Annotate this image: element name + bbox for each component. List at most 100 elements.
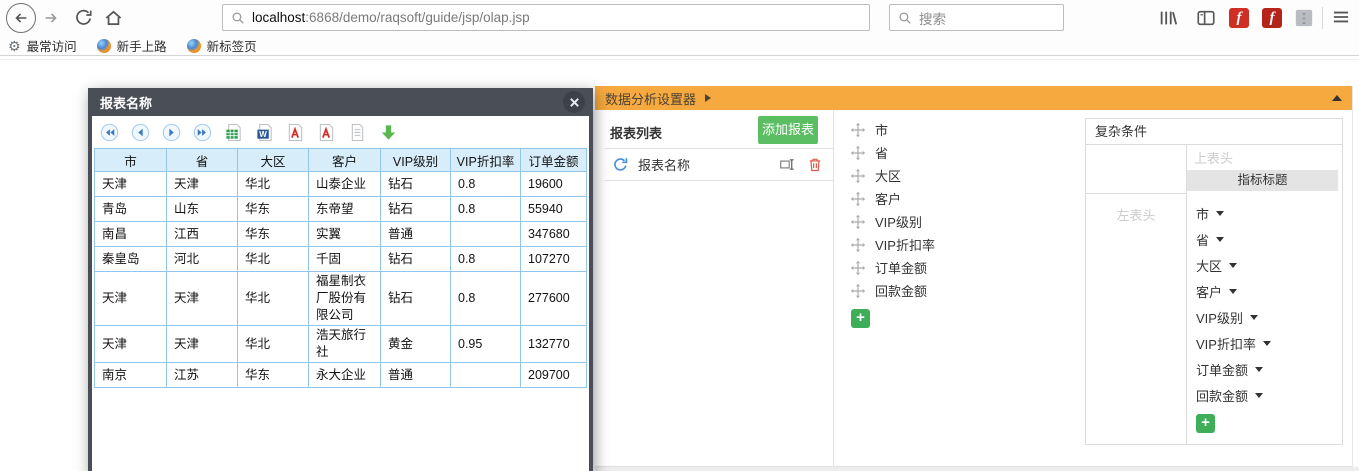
flash-plugin-button[interactable]: f (1229, 8, 1249, 28)
expand-arrow-icon (705, 94, 712, 102)
condition-box: 复杂条件 上表头 指标标题 左表头 市 省 大区 客户 VIP级别 VIP折扣率… (1085, 118, 1343, 445)
export-word-button[interactable]: W (255, 123, 274, 142)
bookmarks-bar: ⚙ 最常访问 新手上路 新标签页 (8, 36, 257, 55)
draggable-field[interactable]: VIP折扣率 (850, 233, 935, 256)
table-cell: 0.8 (450, 246, 521, 272)
bookmark-new-tab[interactable]: 新标签页 (186, 36, 257, 55)
sidebar-button[interactable] (1196, 8, 1216, 28)
panel-bottom-strip (595, 467, 1359, 471)
rename-icon[interactable] (779, 156, 796, 173)
table-cell: 天津 (166, 325, 238, 363)
dialog-titlebar[interactable]: 报表名称 (92, 88, 589, 116)
chevron-down-icon (1216, 210, 1225, 216)
table-cell: 浩天旅行社 (308, 325, 381, 363)
menu-button[interactable] (1332, 9, 1352, 29)
table-cell: 华东 (237, 196, 309, 222)
last-page-button[interactable] (193, 123, 212, 142)
browser-search-input[interactable]: 搜索 (889, 4, 1064, 31)
table-cell: 天津 (94, 171, 167, 197)
prev-page-button[interactable] (131, 123, 150, 142)
addon-button[interactable] (1294, 8, 1314, 28)
table-cell: 江西 (166, 221, 238, 247)
paper-button[interactable] (348, 123, 367, 142)
gear-icon: ⚙ (8, 37, 21, 54)
forward-button[interactable] (42, 9, 60, 32)
draggable-field[interactable]: 市 (850, 118, 935, 141)
condition-field[interactable]: 省 (1196, 226, 1342, 252)
addon-icon (1295, 9, 1313, 27)
condition-field[interactable]: 回款金额 (1196, 382, 1342, 408)
table-cell: 南昌 (94, 221, 167, 247)
bookmark-most-visited[interactable]: ⚙ 最常访问 (8, 36, 77, 55)
left-header-dropzone[interactable]: 左表头 (1086, 194, 1187, 444)
move-icon (850, 260, 866, 275)
flash-icon: f (1229, 8, 1249, 28)
table-cell: 华东 (237, 362, 309, 388)
add-report-button[interactable]: 添加报表 (758, 116, 818, 144)
refresh-button[interactable] (74, 8, 93, 32)
condition-field[interactable]: 市 (1196, 200, 1342, 226)
draggable-field[interactable]: 订单金额 (850, 256, 935, 279)
table-cell: 钻石 (380, 196, 451, 222)
field-label: 市 (875, 123, 889, 138)
page-divider (0, 59, 1359, 60)
table-cell: 千固 (308, 246, 381, 272)
next-page-button[interactable] (162, 123, 181, 142)
back-button[interactable] (6, 3, 36, 33)
table-cell: 普通 (380, 362, 451, 388)
field-label: 回款金额 (1196, 388, 1249, 404)
draggable-field[interactable]: 客户 (850, 187, 935, 210)
field-label: 客户 (1196, 284, 1223, 300)
chevron-down-icon (1249, 314, 1258, 320)
panel-header: 数据分析设置器 (595, 86, 1352, 110)
column-header: 大区 (237, 148, 309, 172)
print-pdf-button[interactable] (317, 123, 336, 142)
table-cell (450, 221, 521, 247)
table-header-row: 市省大区 客户 VIP级别 VIP折扣率 订单金额 (94, 148, 587, 172)
move-icon (850, 214, 866, 229)
table-cell: 福星制衣厂股份有限公司 (308, 271, 381, 326)
condition-field[interactable]: 客户 (1196, 278, 1342, 304)
table-row: 天津 天津 华北 福星制衣厂股份有限公司 钻石 0.8 277600 (94, 271, 587, 326)
report-list-item[interactable]: 报表名称 (605, 148, 833, 181)
field-label: VIP折扣率 (875, 238, 935, 253)
add-field-button[interactable]: + (851, 309, 870, 328)
condition-field[interactable]: VIP折扣率 (1196, 330, 1342, 356)
table-cell: 实翼 (308, 221, 381, 247)
table-cell: 天津 (166, 271, 238, 326)
firefox-favicon (186, 38, 201, 53)
draggable-field[interactable]: 大区 (850, 164, 935, 187)
top-header-dropzone[interactable]: 上表头 (1187, 148, 1342, 170)
close-button[interactable] (563, 91, 585, 113)
first-page-button[interactable] (100, 123, 119, 142)
add-condition-field-button[interactable]: + (1196, 414, 1215, 433)
library-button[interactable] (1158, 8, 1178, 28)
chevron-down-icon (1229, 262, 1238, 268)
download-button[interactable] (379, 123, 398, 142)
field-label: VIP级别 (875, 215, 922, 230)
flash-plugin-button-2[interactable]: f (1262, 8, 1282, 28)
url-path: :6868/demo/raqsoft/guide/jsp/olap.jsp (305, 10, 530, 25)
draggable-field[interactable]: 省 (850, 141, 935, 164)
refresh-report-icon[interactable] (612, 156, 629, 173)
bookmark-getting-started[interactable]: 新手上路 (96, 36, 167, 55)
home-button[interactable] (104, 8, 123, 32)
url-bar[interactable]: localhost:6868/demo/raqsoft/guide/jsp/ol… (222, 4, 870, 31)
condition-field[interactable]: VIP级别 (1196, 304, 1342, 330)
trash-icon[interactable] (807, 156, 823, 173)
table-cell: 青岛 (94, 196, 167, 222)
export-pdf-button[interactable] (286, 123, 305, 142)
bookmark-label: 新手上路 (116, 40, 167, 54)
table-cell: 华东 (237, 221, 309, 247)
condition-field[interactable]: 大区 (1196, 252, 1342, 278)
collapse-button[interactable] (1332, 95, 1342, 101)
table-cell: 天津 (166, 171, 238, 197)
field-label: 大区 (875, 169, 902, 184)
chevron-down-icon (1216, 236, 1225, 242)
draggable-field[interactable]: 回款金额 (850, 279, 935, 302)
draggable-field[interactable]: VIP级别 (850, 210, 935, 233)
metric-title-cell[interactable]: 指标标题 (1187, 170, 1338, 191)
table-cell: 华北 (237, 246, 309, 272)
export-excel-button[interactable] (224, 123, 243, 142)
condition-field[interactable]: 订单金额 (1196, 356, 1342, 382)
